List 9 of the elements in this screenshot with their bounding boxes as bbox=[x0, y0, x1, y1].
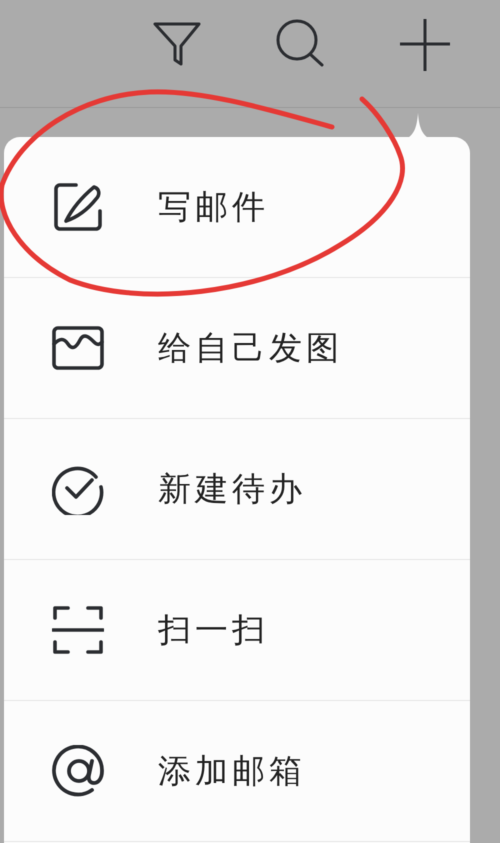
at-sign-icon bbox=[52, 745, 104, 797]
menu-item[interactable]: 写邮件 bbox=[4, 137, 470, 278]
menu-item[interactable]: 给自己发图 bbox=[4, 278, 470, 419]
menu-item[interactable]: 新建待办 bbox=[4, 419, 470, 560]
scan-icon bbox=[52, 604, 104, 656]
menu-item[interactable]: 添加邮箱 bbox=[4, 701, 470, 842]
compose-icon bbox=[52, 181, 104, 233]
add-icon[interactable] bbox=[398, 16, 452, 70]
menu-item[interactable]: 扫一扫 bbox=[4, 560, 470, 701]
